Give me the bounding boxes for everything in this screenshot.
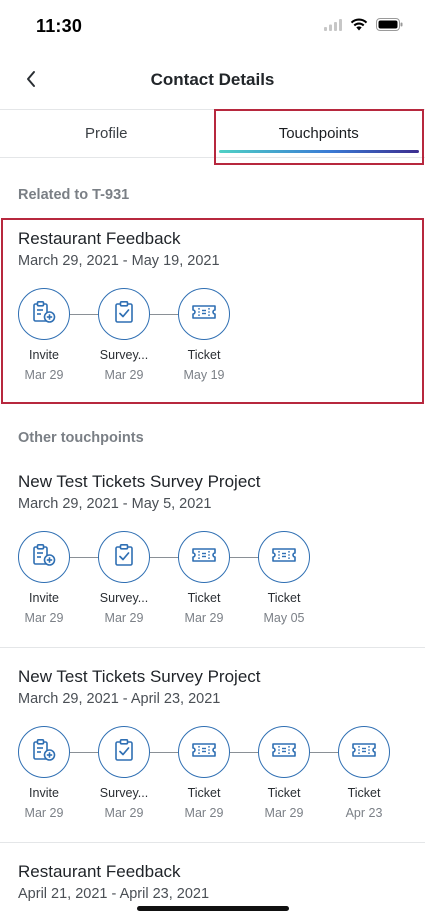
project-title: Restaurant Feedback [18,862,181,881]
step-date: Mar 29 [184,611,224,625]
project-dates: April 21, 2021 - April 23, 2021 [18,886,210,902]
step-label: Ticket [267,786,301,800]
step-label: Survey... [99,786,149,800]
timeline-connector [44,557,284,558]
step-date: Mar 29 [264,806,304,820]
step-label: Survey... [99,348,149,362]
step-label: Ticket [267,591,301,605]
step-label: Ticket [347,786,381,800]
invite-icon [31,542,57,573]
step-date: Mar 29 [24,611,64,625]
step-circle [98,531,150,583]
ticket-icon [270,737,298,768]
timeline-step[interactable]: Survey... Mar 29 [98,531,150,625]
ticket-icon [190,299,218,330]
timeline-step[interactable]: Survey... Mar 29 [98,726,150,820]
survey-icon [111,542,137,573]
step-date: Mar 29 [184,806,224,820]
step-circle [178,288,230,340]
timeline-step[interactable]: Invite Mar 29 [18,531,70,625]
tab-bar: Profile Touchpoints [0,110,425,158]
project-title: Restaurant Feedback [18,229,181,248]
step-circle [18,726,70,778]
touchpoint-card[interactable]: New Test Tickets Survey Project March 29… [0,458,425,648]
status-icons [324,18,403,36]
tab-profile[interactable]: Profile [0,110,213,157]
section-header-related: Related to T-931 [18,187,130,203]
timeline: Invite Mar 29 Survey... Mar 29 Ticket Mar 29 T… [18,531,310,625]
touchpoint-card[interactable]: New Test Tickets Survey Project March 29… [0,653,425,843]
project-dates: March 29, 2021 - May 19, 2021 [18,253,220,269]
timeline-step[interactable]: Ticket Apr 23 [338,726,390,820]
survey-icon [111,737,137,768]
step-circle [338,726,390,778]
step-circle [178,726,230,778]
project-dates: March 29, 2021 - May 5, 2021 [18,496,212,512]
invite-icon [31,299,57,330]
wifi-icon [350,18,368,36]
timeline-step[interactable]: Invite Mar 29 [18,288,70,382]
step-circle [258,726,310,778]
step-label: Invite [29,786,59,800]
step-date: Mar 29 [24,806,64,820]
step-label: Invite [29,591,59,605]
ticket-icon [190,542,218,573]
step-date: Mar 29 [104,611,144,625]
section-header-other: Other touchpoints [18,430,144,446]
touchpoint-card[interactable]: Restaurant Feedback March 29, 2021 - May… [0,218,425,404]
home-indicator [137,906,289,911]
status-bar: 11:30 [0,0,425,52]
project-dates: March 29, 2021 - April 23, 2021 [18,691,221,707]
step-date: May 05 [263,611,305,625]
battery-icon [376,18,403,36]
step-date: Apr 23 [345,806,383,820]
step-circle [18,288,70,340]
step-circle [258,531,310,583]
step-date: Mar 29 [24,368,64,382]
step-date: May 19 [183,368,225,382]
timeline: Invite Mar 29 Survey... Mar 29 Ticket Mar 29 T… [18,726,390,820]
ticket-icon [270,542,298,573]
step-label: Ticket [187,348,221,362]
timeline-step[interactable]: Ticket Mar 29 [178,726,230,820]
tab-touchpoints-label: Touchpoints [278,125,359,142]
project-title: New Test Tickets Survey Project [18,667,261,686]
timeline-step[interactable]: Ticket Mar 29 [258,726,310,820]
step-circle [18,531,70,583]
step-circle [98,726,150,778]
ticket-icon [190,737,218,768]
survey-icon [111,299,137,330]
step-label: Ticket [187,591,221,605]
timeline-step[interactable]: Invite Mar 29 [18,726,70,820]
step-label: Invite [29,348,59,362]
timeline-step[interactable]: Survey... Mar 29 [98,288,150,382]
invite-icon [31,737,57,768]
step-label: Ticket [187,786,221,800]
tab-profile-label: Profile [84,125,128,142]
timeline: Invite Mar 29 Survey... Mar 29 Ticket May 19 [18,288,230,382]
signal-icon [324,18,342,36]
timeline-step[interactable]: Ticket Mar 29 [178,531,230,625]
active-tab-indicator [218,150,419,153]
touchpoint-card[interactable]: Restaurant Feedback April 21, 2021 - Apr… [0,848,425,908]
tab-touchpoints[interactable]: Touchpoints [213,110,425,157]
nav-bar: Contact Details [0,52,425,110]
page-title: Contact Details [150,70,275,89]
status-time: 11:30 [36,16,83,36]
step-label: Survey... [99,591,149,605]
project-title: New Test Tickets Survey Project [18,472,261,491]
step-circle [98,288,150,340]
divider [0,647,425,648]
step-date: Mar 29 [104,368,144,382]
step-date: Mar 29 [104,806,144,820]
step-circle [178,531,230,583]
timeline-step[interactable]: Ticket May 19 [178,288,230,382]
ticket-icon [350,737,378,768]
timeline-step[interactable]: Ticket May 05 [258,531,310,625]
divider [0,842,425,843]
